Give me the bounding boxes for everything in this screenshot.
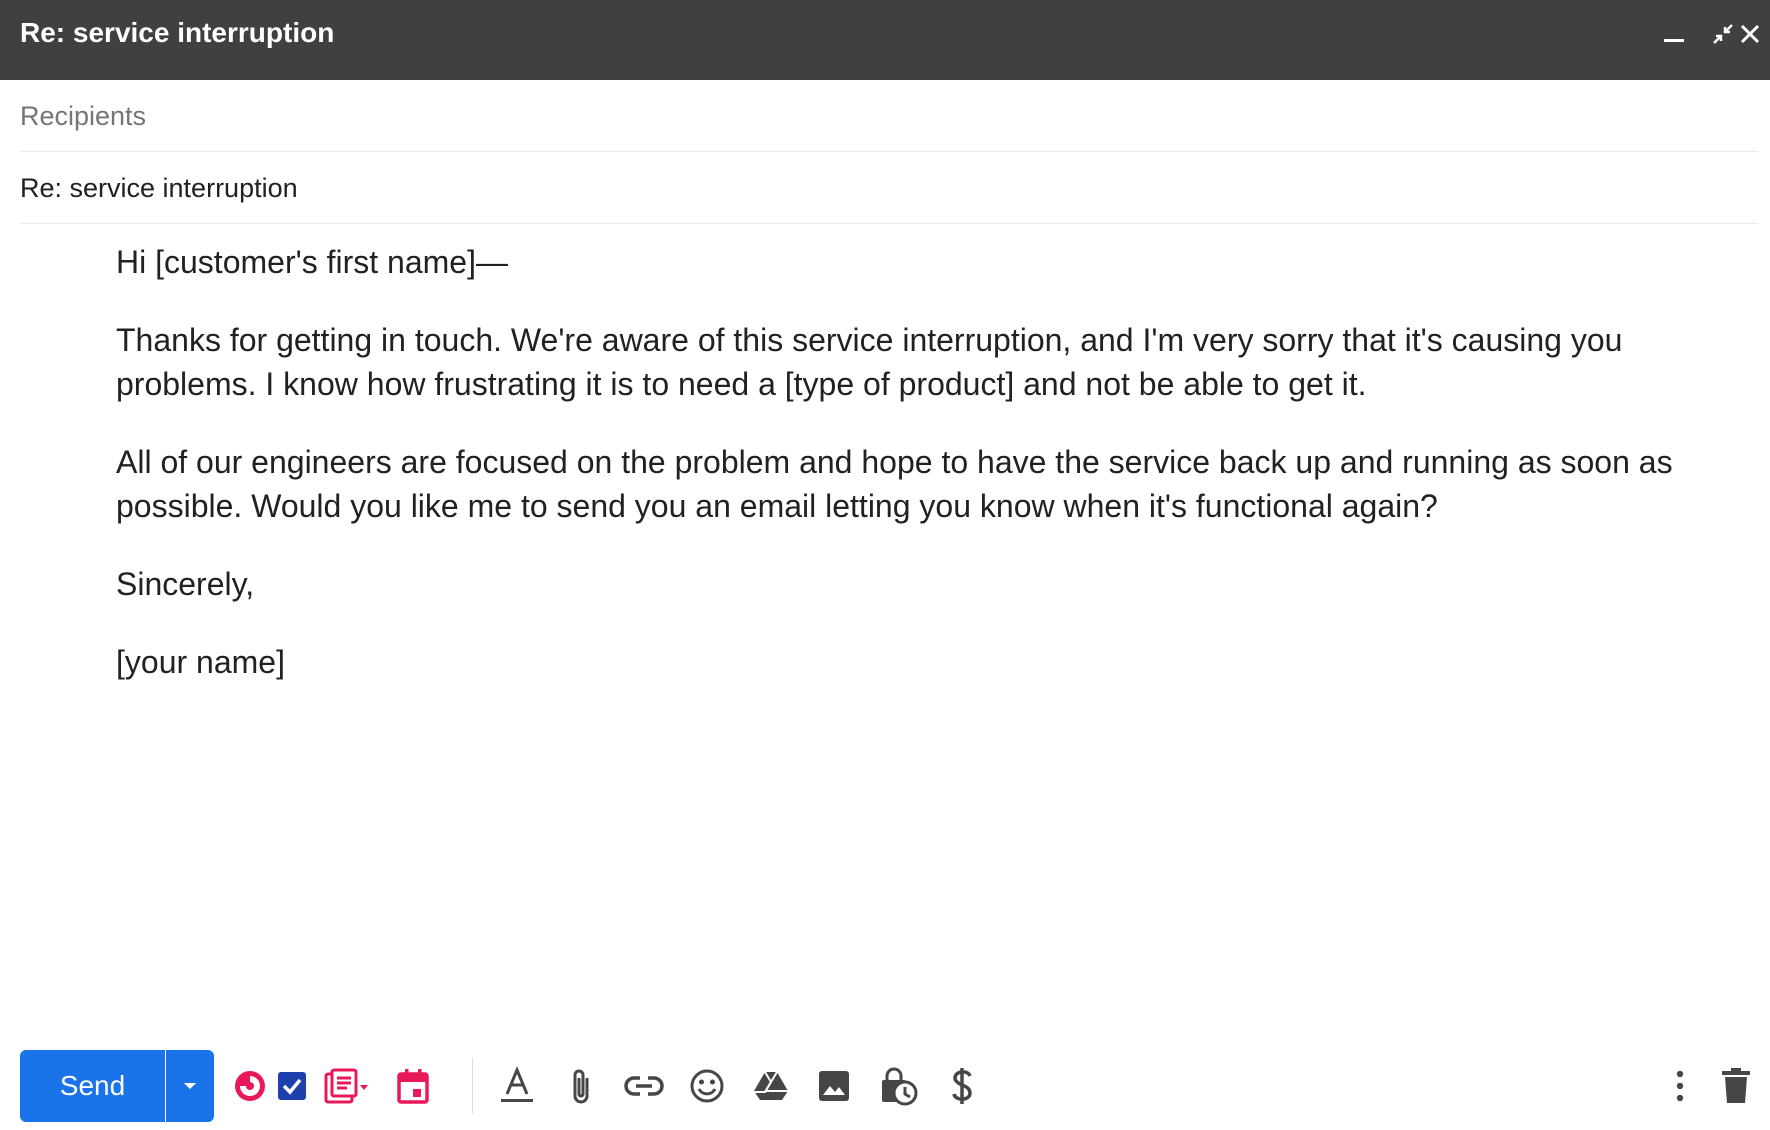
compose-title-bar: Re: service interruption [0,0,1770,80]
confidential-mode-icon [882,1067,918,1106]
text-format-icon [501,1066,533,1102]
toolbar-divider [472,1058,473,1114]
confidential-mode-button[interactable] [874,1062,922,1110]
templates-button[interactable] [324,1062,372,1110]
photo-icon [819,1071,849,1101]
body-signature: [your name] [116,644,285,680]
send-options-button[interactable] [166,1050,214,1122]
message-body[interactable]: Hi [customer's first name]— Thanks for g… [116,240,1676,718]
checkbox-task-icon [278,1072,306,1100]
formatting-options-button[interactable] [493,1062,541,1110]
recipients-field[interactable]: Recipients [20,80,1758,152]
templates-icon [324,1068,368,1104]
pie-timer-icon [235,1071,265,1101]
attach-files-button[interactable] [557,1062,605,1110]
send-options-icon [184,1083,196,1089]
send-money-button[interactable] [938,1062,986,1110]
insert-emoji-button[interactable] [683,1062,731,1110]
more-options-button[interactable] [1656,1062,1704,1110]
body-closing: Sincerely, [116,566,255,602]
subject-field[interactable]: Re: service interruption [20,152,1758,224]
close-button[interactable] [1730,14,1770,54]
minimize-icon [1664,39,1684,42]
link-icon [624,1076,664,1096]
more-options-icon [1676,1070,1684,1102]
insert-drive-button[interactable] [747,1062,795,1110]
task-checkbox-button[interactable] [268,1062,316,1110]
attach-icon [573,1069,589,1104]
emoji-icon [690,1069,724,1103]
pie-timer-button[interactable] [226,1062,274,1110]
delete-icon [1722,1068,1750,1103]
body-greeting: Hi [customer's first name]— [116,244,508,280]
body-paragraph-1: Thanks for getting in touch. We're aware… [116,322,1623,402]
compose-window-title: Re: service interruption [20,17,335,48]
insert-photo-button[interactable] [810,1062,858,1110]
body-paragraph-2: All of our engineers are focused on the … [116,444,1673,524]
dollar-icon [952,1068,972,1104]
calendar-button[interactable] [389,1062,437,1110]
discard-draft-button[interactable] [1712,1062,1760,1110]
insert-link-button[interactable] [620,1062,668,1110]
send-button[interactable]: Send [20,1050,165,1122]
minimize-button[interactable] [1654,14,1694,54]
drive-icon [754,1071,788,1100]
calendar-icon [397,1069,429,1104]
close-icon [1740,24,1760,44]
